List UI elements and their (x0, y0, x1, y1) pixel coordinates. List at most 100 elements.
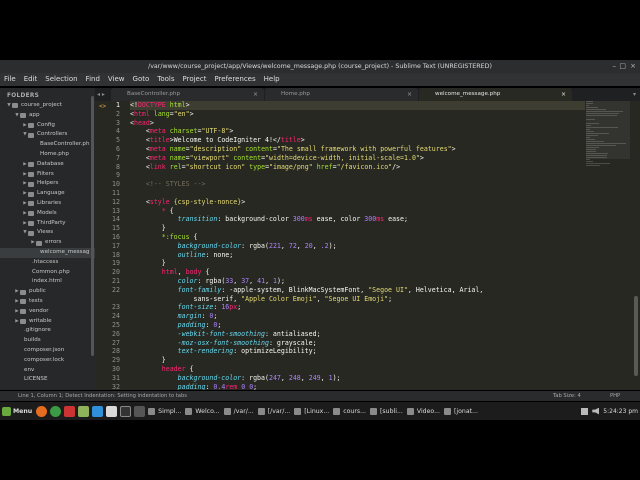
taskbar-window-button[interactable]: [Linux... (294, 407, 329, 415)
code-line[interactable]: <meta name="description" content="The sm… (130, 145, 585, 154)
taskbar-window-button[interactable]: [jonat... (443, 407, 478, 415)
image-viewer-icon[interactable] (92, 405, 104, 417)
sidebar-folder[interactable]: ▼ app (0, 111, 95, 121)
sidebar-folder[interactable]: ▼ Controllers (0, 130, 95, 140)
taskbar-window-button[interactable]: /var/... (223, 407, 254, 415)
files-icon[interactable] (78, 405, 90, 417)
sidebar-folder[interactable]: ▶ Database (0, 160, 95, 170)
sidebar-file[interactable]: composer.lock (0, 356, 95, 366)
code-line[interactable]: outline: none; (130, 251, 585, 260)
tab-basecontroller-php[interactable]: BaseController.php × (111, 88, 264, 101)
syntax-indicator[interactable]: PHP (610, 391, 620, 401)
code-line[interactable]: } (130, 259, 585, 268)
sidebar-file[interactable]: builds (0, 336, 95, 346)
code-line[interactable]: * { (130, 207, 585, 216)
code-line[interactable]: background-color: rgba(247, 248, 249, 1)… (130, 374, 585, 383)
tab-close-icon[interactable]: × (407, 88, 412, 101)
code-line[interactable]: html, body { (130, 268, 585, 277)
code-line[interactable]: } (130, 356, 585, 365)
editor-scrollbar[interactable] (634, 296, 638, 376)
code-line[interactable]: -webkit-font-smoothing: antialiased; (130, 330, 585, 339)
menu-file[interactable]: File (4, 73, 16, 86)
sidebar-file[interactable]: Common.php (0, 268, 95, 278)
code-line[interactable]: } (130, 224, 585, 233)
taskbar-window-button[interactable]: [subli... (370, 407, 403, 415)
code-line[interactable]: header { (130, 365, 585, 374)
taskbar-window-button[interactable]: cours... (333, 407, 366, 415)
chrome-icon[interactable] (50, 405, 62, 417)
code-area[interactable]: <!DOCTYPE html> <html lang="en"> <head> <m… (130, 101, 585, 390)
tab-dropdown-icon[interactable]: ▾ (633, 88, 636, 101)
tab-close-icon[interactable]: × (561, 88, 566, 101)
sidebar-file[interactable]: Home.php (0, 150, 95, 160)
sidebar-folder[interactable]: ▶ Helpers (0, 179, 95, 189)
code-line[interactable]: padding: 0.4rem 0 0; (130, 383, 585, 391)
sidebar-folder[interactable]: ▶ errors (0, 238, 95, 248)
sidebar-file[interactable]: .htaccess (0, 258, 95, 268)
sidebar-folder[interactable]: ▶ Language (0, 189, 95, 199)
menu-edit[interactable]: Edit (24, 73, 38, 86)
sidebar-file[interactable]: BaseController.ph (0, 140, 95, 150)
sidebar-scrollbar[interactable] (91, 96, 94, 356)
sidebar-folder[interactable]: ▶ Config (0, 121, 95, 131)
sidebar-folder[interactable]: ▶ writable (0, 317, 95, 327)
code-line[interactable]: <title>Welcome to CodeIgniter 4!</title> (130, 136, 585, 145)
menu-tools[interactable]: Tools (157, 73, 174, 86)
sidebar-file[interactable]: .gitignore (0, 326, 95, 336)
sidebar-folder[interactable]: ▼ course_project (0, 101, 95, 111)
code-line[interactable]: <html lang="en"> (130, 110, 585, 119)
minimize-button[interactable]: – (613, 60, 617, 73)
sidebar-folder[interactable]: ▶ Libraries (0, 199, 95, 209)
close-window-button[interactable]: × (630, 60, 636, 73)
taskbar-window-button[interactable]: Video... (406, 407, 440, 415)
code-line[interactable]: margin: 0; (130, 312, 585, 321)
sidebar-file[interactable]: env (0, 366, 95, 376)
volume-icon[interactable] (592, 407, 600, 415)
taskbar-window-button[interactable]: [/var/... (257, 407, 290, 415)
firefox-icon[interactable] (36, 405, 48, 417)
code-line[interactable]: transition: background-color 300ms ease,… (130, 215, 585, 224)
taskbar-window-button[interactable]: Simpl... (148, 407, 181, 415)
sidebar-file[interactable]: LICENSE (0, 375, 95, 385)
menu-help[interactable]: Help (264, 73, 280, 86)
code-line[interactable]: <meta charset="UTF-8"> (130, 127, 585, 136)
tab-navigation-arrows[interactable]: ◂ ▸ (97, 88, 105, 101)
sidebar-folder[interactable]: ▶ vendor (0, 307, 95, 317)
tab-size-indicator[interactable]: Tab Size: 4 (553, 391, 581, 401)
taskbar-window-button[interactable]: Welco... (185, 407, 220, 415)
code-line[interactable]: -moz-osx-font-smoothing: grayscale; (130, 339, 585, 348)
menu-view[interactable]: View (108, 73, 125, 86)
code-line[interactable]: color: rgba(33, 37, 41, 1); (130, 277, 585, 286)
code-line[interactable]: <head> (130, 119, 585, 128)
code-line[interactable]: padding: 0; (130, 321, 585, 330)
minimap-viewport[interactable] (586, 101, 630, 159)
clock[interactable]: 5:24:23 pm (603, 408, 638, 415)
sidebar-folder[interactable]: ▶ tests (0, 297, 95, 307)
start-menu-button[interactable]: Menu (2, 406, 32, 416)
code-line[interactable]: <!DOCTYPE html> (130, 101, 585, 110)
code-line[interactable] (130, 189, 585, 198)
tab-welcome-message-php[interactable]: welcome_message.php × (419, 88, 572, 101)
maximize-button[interactable]: □ (619, 60, 626, 73)
sidebar-file[interactable]: index.html (0, 277, 95, 287)
menu-selection[interactable]: Selection (45, 73, 77, 86)
text-editor-icon[interactable] (106, 405, 118, 417)
code-line[interactable]: *:focus { (130, 233, 585, 242)
code-line[interactable]: font-size: 16px; (130, 303, 585, 312)
code-line[interactable]: <!-- STYLES --> (130, 180, 585, 189)
terminal-icon[interactable] (120, 405, 132, 417)
code-line[interactable]: <meta name="viewport" content="width=dev… (130, 154, 585, 163)
menu-goto[interactable]: Goto (133, 73, 150, 86)
sidebar-folder[interactable]: ▶ Models (0, 209, 95, 219)
sidebar-folder[interactable]: ▶ ThirdParty (0, 219, 95, 229)
code-line[interactable]: font-family: -apple-system, BlinkMacSyst… (130, 286, 585, 295)
code-line[interactable] (130, 171, 585, 180)
code-line[interactable]: text-rendering: optimizeLegibility; (130, 347, 585, 356)
tab-home-php[interactable]: Home.php × (265, 88, 418, 101)
sidebar-file[interactable]: composer.json (0, 346, 95, 356)
menu-preferences[interactable]: Preferences (214, 73, 255, 86)
menu-project[interactable]: Project (183, 73, 207, 86)
sidebar-folder[interactable]: ▶ Filters (0, 170, 95, 180)
code-line[interactable]: <link rel="shortcut icon" type="image/pn… (130, 163, 585, 172)
network-icon[interactable] (581, 407, 589, 415)
